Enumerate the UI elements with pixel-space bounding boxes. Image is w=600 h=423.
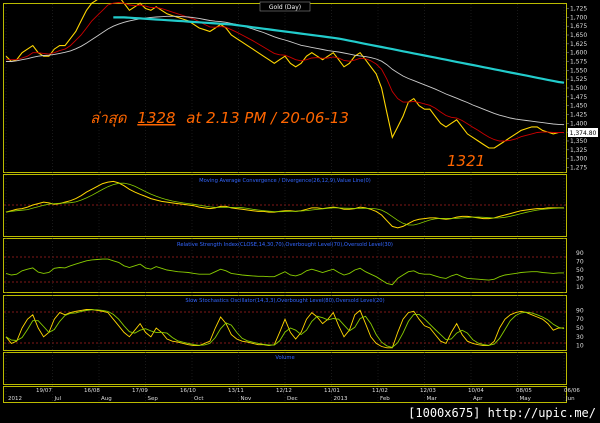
- price-tick-label: 1,400: [570, 120, 587, 127]
- stoch-tick-label: 70: [576, 316, 584, 323]
- low-annotation: 1321: [447, 152, 485, 170]
- month-label: Nov: [241, 396, 252, 402]
- rsi-tick-label: 30: [576, 275, 584, 282]
- rsi-tick-label: 70: [576, 259, 584, 266]
- price-tick-label: 1,650: [570, 32, 587, 39]
- date-label: 13/11: [228, 388, 244, 394]
- price-tick-label: 1,550: [570, 67, 587, 74]
- macd-panel-label: Moving Average Convergence / Divergence(…: [199, 178, 371, 184]
- price-tick-label: 1,700: [570, 14, 587, 21]
- month-label: 2013: [334, 396, 348, 402]
- footer-text: [1000x675] http://upic.me/: [408, 406, 596, 420]
- month-label: Sep: [148, 396, 159, 402]
- stoch-panel-label: Slow Stochastics Oscillator(14,3,3),Over…: [185, 298, 384, 304]
- annotation-value: 1328: [137, 109, 175, 127]
- rsi-panel-label: Relative Strength Index(CLOSE,14,30,70),…: [177, 242, 393, 248]
- price-tick-label: 1,300: [570, 156, 587, 163]
- month-label: Jun: [565, 396, 575, 402]
- price-tick-label: 1,600: [570, 50, 587, 57]
- price-tick-label: 1,475: [570, 94, 587, 101]
- rsi-tick-label: 50: [576, 267, 584, 274]
- price-axis: 1,7251,700 1,675 1,650 1,625 1,600 1,5751,550…: [566, 6, 587, 171]
- month-label: Feb: [380, 396, 390, 402]
- macd-signal-line: [5, 182, 565, 226]
- rsi-tick-label: 10: [576, 284, 584, 291]
- month-label: Dec: [287, 396, 298, 402]
- date-label: 16/10: [180, 388, 196, 394]
- date-label: 17/09: [132, 388, 148, 394]
- rsi-axis: 90 705030 10: [576, 250, 584, 291]
- price-tick-label: 1,325: [570, 147, 587, 154]
- price-tick-label: 1,725: [570, 6, 587, 13]
- chart-title: Gold (Day): [269, 4, 301, 11]
- date-axis: 2012 Jul Aug Sep Oct Nov Dec 2013 Feb Mar Apr May Ju…: [8, 388, 580, 402]
- price-tick-label: 1,350: [570, 138, 587, 145]
- month-label: Mar: [427, 396, 438, 402]
- month-label: Oct: [194, 396, 204, 402]
- price-tick-label: 1,625: [570, 41, 587, 48]
- price-tick-label: 1,275: [570, 164, 587, 171]
- stoch-axis: 90 70 50 30 10: [576, 307, 584, 349]
- month-label: 2012: [8, 396, 22, 402]
- stoch-tick-label: 90: [576, 307, 584, 314]
- chart-canvas: 1,7251,700 1,675 1,650 1,625 1,600 1,5751,550…: [0, 0, 600, 423]
- stoch-tick-label: 30: [576, 334, 584, 341]
- month-label: Aug: [101, 396, 112, 402]
- date-label: 10/04: [468, 388, 484, 394]
- month-gridlines: [5, 4, 565, 402]
- month-label: May: [520, 396, 532, 402]
- volume-panel-label: Volume: [275, 355, 294, 361]
- rsi-tick-label: 90: [576, 250, 584, 257]
- date-label: 16/08: [84, 388, 100, 394]
- price-tick-label: 1,525: [570, 76, 587, 83]
- date-label: 08/05: [516, 388, 532, 394]
- price-tick-label: 1,675: [570, 23, 587, 30]
- annotation-prefix: ล่าสุด: [90, 109, 128, 127]
- last-price-label: 1,374.80: [570, 130, 597, 137]
- series-line-3: [113, 16, 565, 84]
- price-tick-label: 1,450: [570, 103, 587, 110]
- date-label: 06/06: [564, 388, 580, 394]
- svg-text:ล่าสุด 1328 at 2.13 PM: ล่าสุด 1328 at 2.13 PM / 20-06-13: [90, 109, 349, 127]
- date-label: 12/12: [276, 388, 292, 394]
- date-label: 19/07: [36, 388, 52, 394]
- date-label: 11/02: [372, 388, 388, 394]
- price-tick-label: 1,425: [570, 111, 587, 118]
- price-tick-label: 1,500: [570, 85, 587, 92]
- price-tick-label: 1,575: [570, 59, 587, 66]
- date-label: 12/03: [420, 388, 436, 394]
- annotation-suffix: at 2.13 PM / 20-06-13: [186, 109, 349, 127]
- month-label: Jul: [54, 396, 62, 402]
- stoch-tick-label: 50: [576, 325, 584, 332]
- date-label: 11/01: [324, 388, 340, 394]
- footer: [1000x675] http://upic.me/: [0, 403, 600, 423]
- month-label: Apr: [473, 396, 483, 402]
- stoch-tick-label: 10: [576, 343, 584, 350]
